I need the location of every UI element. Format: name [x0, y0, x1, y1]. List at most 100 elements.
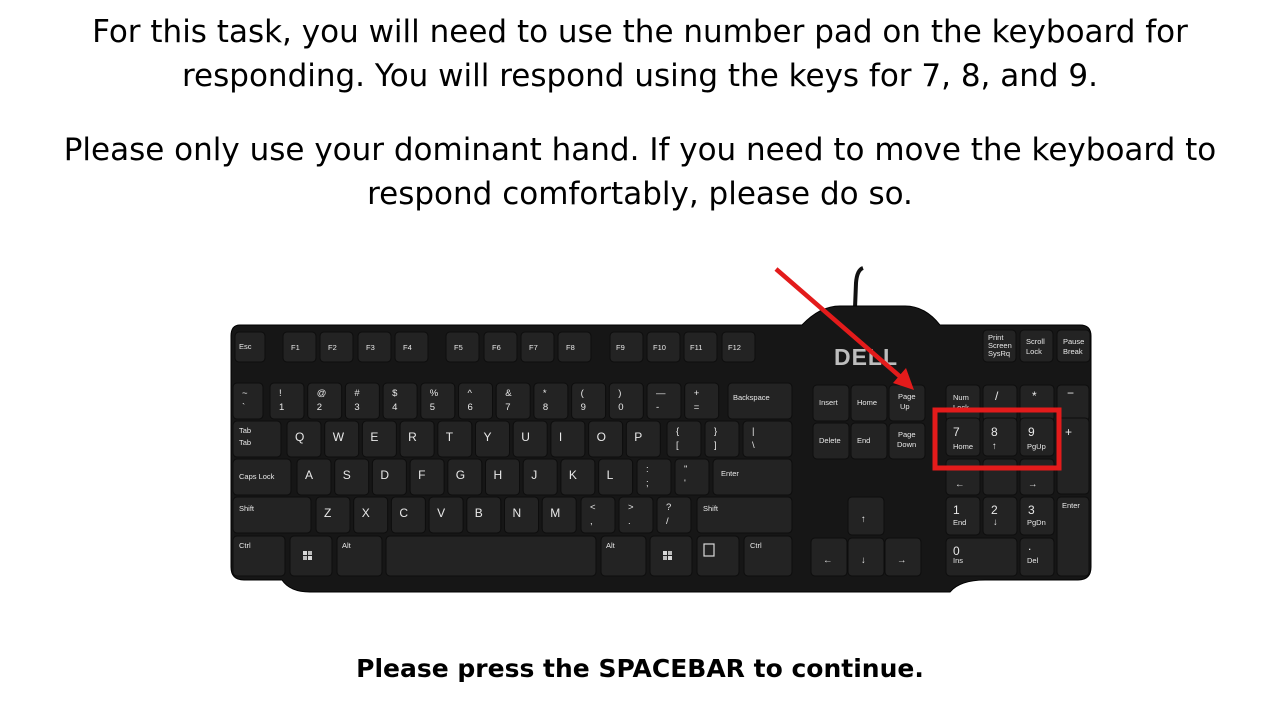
key-slash: ?/: [656, 496, 692, 534]
key-legend: F: [418, 468, 425, 482]
key-legend: 7: [953, 425, 960, 439]
key-legend: 7: [505, 402, 510, 413]
key-u: U: [512, 420, 548, 458]
key-legend: F4: [403, 343, 412, 352]
key-legend: Y: [484, 430, 492, 444]
key-n3: #3: [344, 382, 380, 420]
key-legend: |: [752, 426, 754, 437]
key-legend: Backspace: [733, 393, 770, 402]
key-q: Q: [286, 420, 322, 458]
key-legend: End: [953, 518, 966, 527]
key-legend: ↑: [861, 514, 866, 525]
key-legend: Alt: [606, 541, 616, 550]
key-legend: F10: [653, 343, 666, 352]
key-legend: Tab: [239, 426, 251, 435]
key-legend: ^: [468, 388, 473, 399]
key-legend: PgDn: [1027, 518, 1046, 527]
key-page-up: PageUp: [888, 384, 926, 422]
key-f4: F4: [394, 331, 429, 363]
key-legend: ": [684, 464, 687, 475]
key-backslash: |\: [742, 420, 793, 458]
key-h: H: [485, 458, 520, 496]
key-f10: F10: [646, 331, 681, 363]
key-n2: @2: [307, 382, 343, 420]
key-backspace: Backspace: [727, 382, 793, 420]
key-legend: J: [531, 468, 537, 482]
key-legend: F12: [728, 343, 741, 352]
key-np4: ←: [945, 458, 981, 496]
key-period: >.: [618, 496, 654, 534]
key-legend: Scroll: [1026, 337, 1045, 346]
key-legend: 2: [991, 503, 998, 517]
key-left-alt: Alt: [336, 535, 383, 577]
key-plus: +=: [684, 382, 720, 420]
key-legend: 3: [1028, 503, 1035, 517]
key-x: X: [353, 496, 389, 534]
key-legend: 1: [279, 402, 284, 413]
key-legend: →: [1028, 479, 1038, 490]
key-legend: ↑: [992, 441, 997, 452]
key-legend: W: [333, 430, 345, 444]
key-legend: 6: [468, 402, 473, 413]
key-legend: +: [1065, 425, 1072, 439]
key-legend: Delete: [819, 436, 841, 445]
key-y: Y: [475, 420, 510, 458]
key-menu: [696, 535, 740, 577]
key-page-down: PageDown: [888, 422, 926, 460]
key-np-dot: . Del: [1019, 537, 1055, 577]
key-legend: {: [676, 426, 679, 437]
key-legend: O: [597, 430, 606, 444]
key-lbrace: {[: [666, 420, 702, 458]
key-legend: End: [857, 436, 870, 445]
key-legend: B: [475, 506, 483, 520]
key-np7: 7 Home: [945, 417, 981, 457]
key-legend: X: [362, 506, 370, 520]
key-legend: ←: [955, 479, 965, 490]
key-legend: R: [408, 430, 417, 444]
key-legend: U: [521, 430, 530, 444]
key-legend: ?: [666, 502, 671, 513]
key-f12: F12: [721, 331, 756, 363]
key-colon: :;: [636, 458, 672, 496]
key-legend: H: [494, 468, 503, 482]
key-legend: 1: [953, 503, 960, 517]
key-legend: 8: [991, 425, 998, 439]
key-legend: :: [646, 464, 649, 475]
key-n6: ^6: [458, 382, 493, 420]
key-np2: 2↓: [982, 496, 1018, 536]
key-end: End: [850, 422, 888, 460]
key-legend: 9: [1028, 425, 1035, 439]
key-legend: Page: [898, 392, 916, 401]
key-r: R: [399, 420, 435, 458]
key-f8: F8: [557, 331, 592, 363]
key-comma: <,: [580, 496, 616, 534]
key-legend: ): [618, 388, 621, 399]
key-np-minus: −: [1056, 384, 1090, 422]
key-legend: @: [317, 388, 327, 399]
key-j: J: [522, 458, 558, 496]
key-b: B: [466, 496, 502, 534]
key-np0: 0Ins: [945, 537, 1018, 577]
key-n8: *8: [533, 382, 569, 420]
key-insert: Insert: [812, 384, 850, 422]
key-v: V: [428, 496, 464, 534]
key-legend: Z: [324, 506, 331, 520]
key-legend: Tab: [239, 438, 251, 447]
key-np5: [982, 458, 1018, 496]
key-f1: F1: [282, 331, 317, 363]
key-esc: Esc: [234, 331, 266, 363]
key-legend: Num: [953, 393, 969, 402]
key-legend: .: [1028, 539, 1031, 553]
key-legend: Ins: [953, 556, 963, 565]
continue-prompt: Please press the SPACEBAR to continue.: [356, 654, 924, 683]
key-legend: M: [550, 506, 560, 520]
key-legend: =: [694, 402, 700, 413]
key-legend: ;: [646, 478, 649, 489]
key-legend: —: [656, 388, 666, 399]
key-legend: ]: [714, 440, 717, 451]
key-legend: Enter: [1062, 501, 1080, 510]
key-f3: F3: [357, 331, 392, 363]
key-legend: ,: [590, 516, 593, 527]
key-legend: 5: [430, 402, 435, 413]
key-legend: Ctrl: [239, 541, 251, 550]
